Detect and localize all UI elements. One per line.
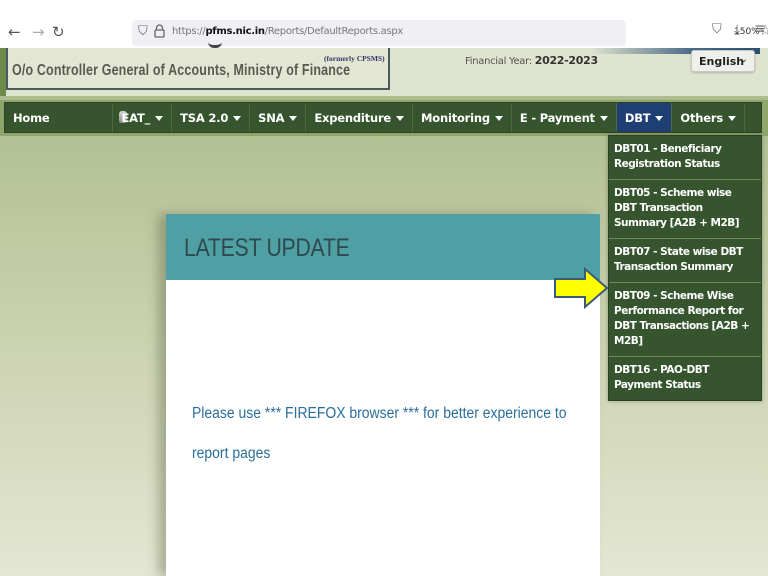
download-icon[interactable]: ⤓ — [734, 22, 740, 38]
financial-year-label: Financial Year: — [465, 56, 532, 67]
url-domain: pfms.nic.in — [205, 26, 265, 37]
back-arrow-icon[interactable]: ← — [8, 22, 21, 42]
address-bar[interactable]: ⛉ https://pfms.nic.in/Reports/DefaultRep… — [132, 20, 768, 46]
dbt-dropdown-menu: DBT01 - Beneficiary Registration Status … — [608, 135, 762, 401]
caret-down-icon — [494, 116, 503, 121]
caret-down-icon — [289, 116, 298, 121]
language-select[interactable]: English ⌄ — [691, 50, 755, 72]
formerly-label: (formerly CPSMS) — [324, 54, 385, 63]
forward-arrow-icon[interactable]: → — [32, 22, 45, 42]
nav-item-eat[interactable]: EAT_ — [113, 103, 173, 132]
site-header: O/o Controller General of Accounts, Mini… — [0, 45, 768, 96]
nav-label: SNA — [258, 110, 285, 125]
latest-update-message: Please use *** FIREFOX browser *** for b… — [192, 405, 567, 462]
url-path: /Reports/DefaultReports.aspx — [264, 26, 404, 37]
nav-label: E - Payment — [519, 110, 595, 125]
hamburger-menu-icon[interactable]: ≡ — [754, 21, 766, 37]
nav-item-others[interactable]: Others — [672, 103, 745, 132]
nav-label: Monitoring — [421, 110, 490, 125]
navbar-container: Home EAT_ TSA 2.0 SNA Expenditure Monito… — [0, 100, 768, 136]
nav-label: EAT_ — [121, 110, 151, 125]
nav-item-monitoring[interactable]: Monitoring — [413, 103, 512, 132]
url-prefix: https:// — [172, 26, 206, 37]
nav-item-dbt[interactable]: DBT — [616, 103, 673, 132]
financial-year-value: 2022-2023 — [534, 54, 598, 67]
main-navbar: Home EAT_ TSA 2.0 SNA Expenditure Monito… — [4, 102, 762, 133]
nav-item-e-payment[interactable]: E - Payment — [512, 103, 617, 132]
url-text[interactable]: https://pfms.nic.in/Reports/DefaultRepor… — [172, 26, 403, 37]
financial-year: Financial Year: 2022-2023 — [465, 54, 598, 67]
menu-item-dbt07[interactable]: DBT07 - State wise DBT Transaction Summa… — [609, 239, 761, 283]
browser-toolbar: ← → ↻ ⛉ https://pfms.nic.in/Reports/Defa… — [0, 18, 768, 48]
latest-update-panel: LATEST UPDATE Please use *** FIREFOX bro… — [166, 214, 600, 576]
menu-item-dbt16[interactable]: DBT16 - PAO-DBT Payment Status — [609, 357, 761, 400]
caret-down-icon — [233, 116, 242, 121]
nav-label: DBT — [624, 110, 651, 125]
menu-item-dbt09[interactable]: DBT09 - Scheme Wise Performance Report f… — [609, 283, 761, 357]
shield-icon[interactable]: ⛉ — [138, 24, 148, 39]
menu-item-dbt01[interactable]: DBT01 - Beneficiary Registration Status — [609, 136, 761, 180]
page-content: O/o Controller General of Accounts, Mini… — [0, 45, 768, 576]
lock-icon[interactable] — [154, 24, 165, 38]
nav-item-sna[interactable]: SNA — [250, 103, 307, 132]
nav-label: Expenditure — [314, 110, 392, 125]
navbar-filler — [745, 103, 761, 132]
nav-label: Home — [13, 110, 50, 125]
latest-update-title: LATEST UPDATE — [184, 234, 350, 262]
menu-item-dbt05[interactable]: DBT05 - Scheme wise DBT Transaction Summ… — [609, 180, 761, 239]
yellow-arrow-icon — [554, 267, 609, 309]
nav-label: Others — [680, 110, 723, 125]
caret-down-icon — [655, 116, 664, 121]
nav-item-home[interactable]: Home — [5, 103, 127, 132]
caret-down-icon — [155, 116, 164, 121]
chevron-down-icon: ⌄ — [739, 54, 748, 65]
logo-fragment — [208, 42, 222, 48]
caret-down-icon — [728, 116, 736, 121]
reload-icon[interactable]: ↻ — [52, 22, 65, 42]
nav-item-tsa[interactable]: TSA 2.0 — [172, 103, 251, 132]
org-title-box: O/o Controller General of Accounts, Mini… — [6, 45, 390, 90]
language-selected: English — [699, 55, 745, 68]
nav-label: TSA 2.0 — [180, 110, 229, 125]
nav-item-expenditure[interactable]: Expenditure — [306, 103, 414, 132]
org-title: O/o Controller General of Accounts, Mini… — [12, 62, 351, 79]
caret-down-icon — [599, 116, 608, 121]
latest-update-header: LATEST UPDATE — [166, 214, 600, 280]
caret-down-icon — [396, 116, 405, 121]
pocket-icon[interactable]: ⛉ — [712, 22, 722, 37]
